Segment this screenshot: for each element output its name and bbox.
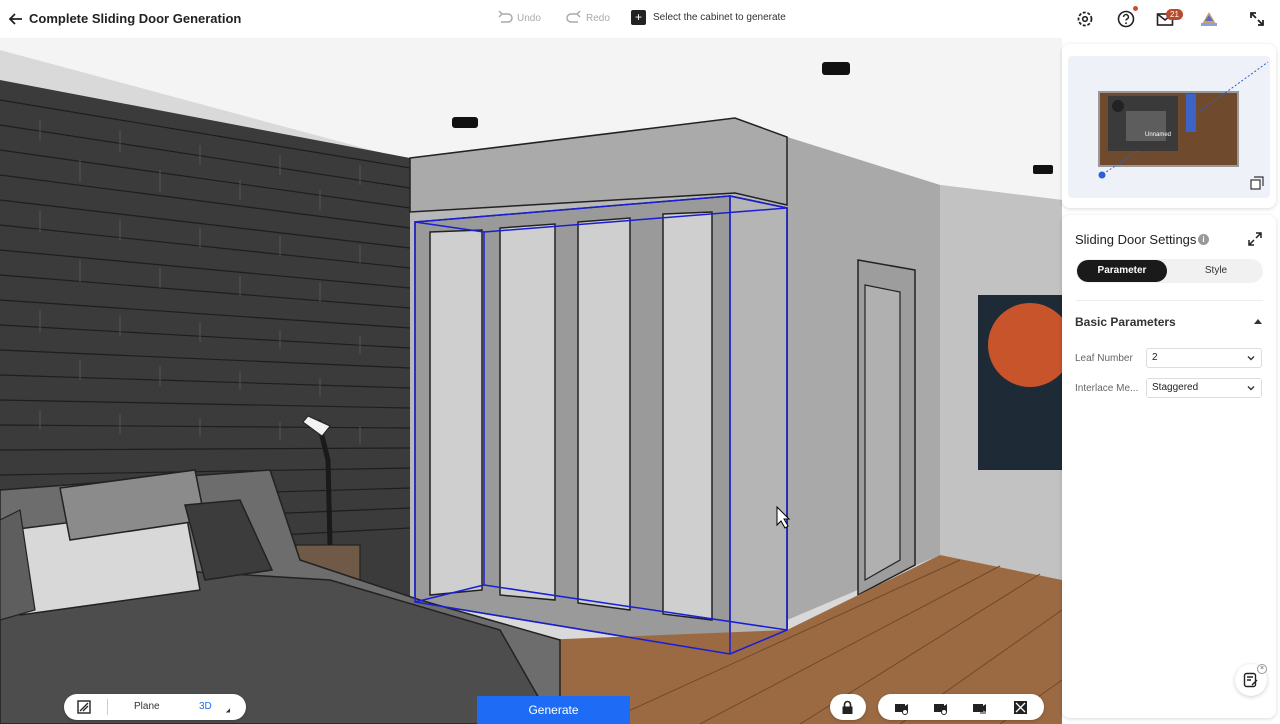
mail-count-badge: 21 (1166, 9, 1183, 20)
redo-icon (566, 11, 581, 23)
tab-style[interactable]: Style (1171, 260, 1261, 282)
expand-icon[interactable] (1248, 232, 1262, 246)
lock-icon (842, 700, 853, 714)
interlace-method-label: Interlace Me... (1075, 383, 1139, 394)
lock-tool[interactable] (830, 694, 866, 720)
separator (107, 699, 108, 715)
camera-list-icon[interactable] (972, 700, 987, 715)
camera-settings-icon[interactable] (933, 700, 948, 715)
page-title: Complete Sliding Door Generation (29, 11, 242, 26)
leaf-number-value: 2 (1152, 352, 1158, 363)
chevron-down-icon (1247, 356, 1255, 361)
collapse-caret-icon[interactable] (1254, 319, 1262, 324)
info-icon[interactable]: i (1198, 234, 1209, 245)
undo-icon (498, 11, 513, 23)
settings-title: Sliding Door Settings (1075, 232, 1197, 247)
close-icon[interactable]: × (1257, 664, 1267, 674)
gear-icon[interactable] (1075, 9, 1095, 29)
undo-button[interactable]: Undo (497, 11, 541, 25)
arrow-left-icon[interactable] (6, 9, 26, 29)
leaf-number-label: Leaf Number (1075, 353, 1133, 364)
leaf-number-select[interactable]: 2 (1146, 348, 1262, 368)
minimap[interactable]: Unnamed (1068, 56, 1270, 198)
hint-text: Select the cabinet to generate (653, 12, 786, 23)
settings-tabs: Parameter Style (1076, 259, 1263, 283)
view-mode-switch: Plane 3D (64, 694, 246, 720)
minimap-room-label: Unnamed (1145, 132, 1171, 138)
question-icon[interactable] (1116, 9, 1136, 29)
minimap-panel: Unnamed (1062, 44, 1276, 208)
edit-note-icon (1243, 672, 1258, 688)
cabinet-select-icon: + (631, 10, 646, 25)
top-bar: Complete Sliding Door Generation Undo Re… (0, 0, 1280, 38)
room-scene (0, 38, 1062, 724)
floorplan-thumbnail: Unnamed (1098, 61, 1269, 179)
avatar[interactable] (1199, 9, 1219, 29)
render-mode-icon[interactable] (77, 700, 91, 714)
3d-view-toggle[interactable]: 3D (199, 701, 212, 712)
redo-label: Redo (586, 12, 610, 24)
select-cabinet-hint: + Select the cabinet to generate (631, 10, 786, 25)
redo-button[interactable]: Redo (566, 11, 610, 25)
camera-tools (878, 694, 1044, 720)
section-box-icon[interactable] (1013, 700, 1028, 715)
divider (1076, 300, 1263, 301)
interlace-method-select[interactable]: Staggered (1146, 378, 1262, 398)
basic-parameters-header[interactable]: Basic Parameters (1075, 315, 1176, 329)
interlace-method-value: Staggered (1152, 382, 1199, 393)
generate-button[interactable]: Generate (477, 696, 630, 724)
minimap-toggle-icon[interactable] (1250, 176, 1264, 190)
help-notification-dot (1133, 6, 1138, 11)
plane-view-toggle[interactable]: Plane (134, 701, 160, 712)
undo-label: Undo (517, 12, 541, 24)
view-menu-caret-icon[interactable] (225, 708, 233, 715)
tab-parameter[interactable]: Parameter (1077, 260, 1167, 282)
3d-viewport[interactable] (0, 38, 1062, 724)
sliding-door-settings-panel: Sliding Door Settings i Parameter Style … (1062, 215, 1276, 718)
chevron-down-icon (1247, 386, 1255, 391)
fullscreen-icon[interactable] (1247, 9, 1267, 29)
camera-add-icon[interactable] (894, 700, 909, 715)
